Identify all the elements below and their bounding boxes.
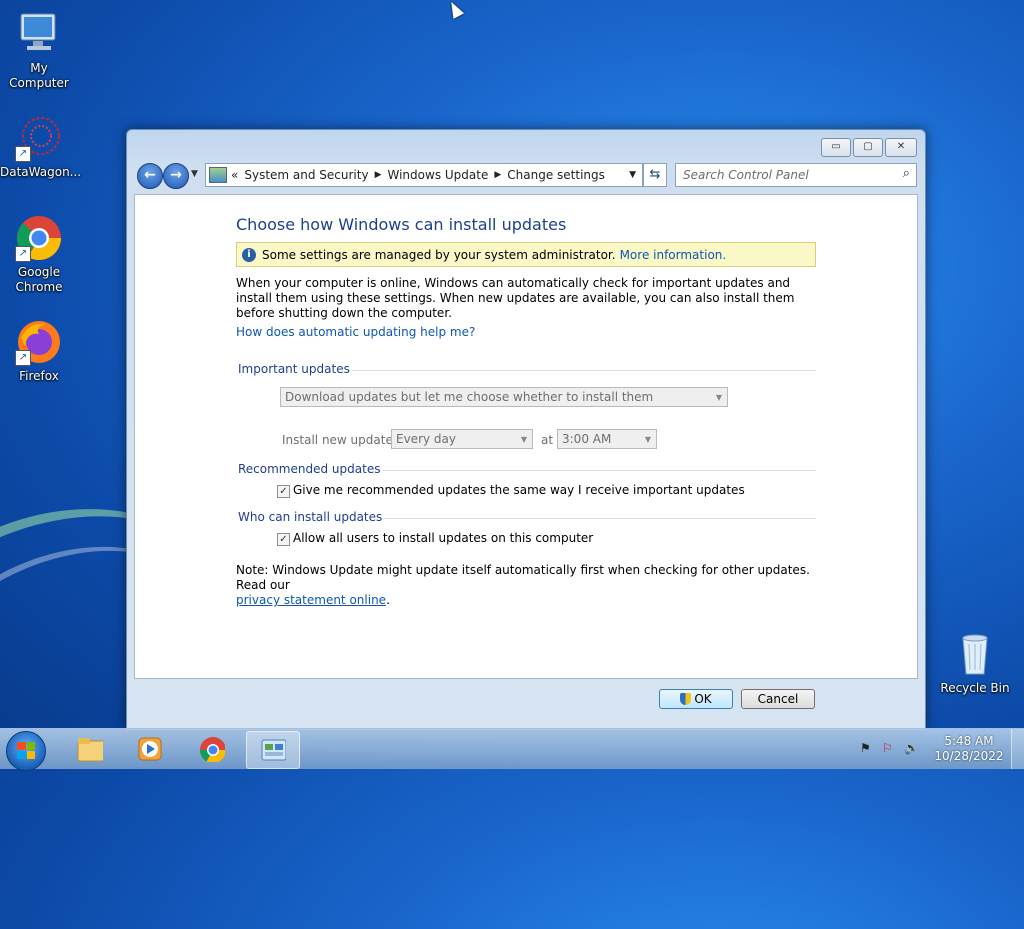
uac-shield-icon [680,693,692,705]
help-link[interactable]: How does automatic updating help me? [236,325,475,339]
admin-info-bar: i Some settings are managed by your syst… [236,242,816,267]
folder-icon [77,738,103,762]
taskbar-google-chrome[interactable] [186,731,238,767]
desktop-icon-label: Firefox [19,369,59,383]
recommended-updates-checkbox[interactable]: ✓ [277,485,290,498]
maximize-button[interactable]: ▢ [853,138,883,157]
settings-content: Choose how Windows can install updates i… [134,194,918,679]
desktop-icon-label: My Computer [9,61,69,90]
section-heading: Who can install updates [238,510,385,524]
breadcrumb-windows-update[interactable]: Windows Update [388,168,489,182]
cancel-button[interactable]: Cancel [741,689,815,709]
desktop-icon-label: Recycle Bin [940,681,1010,695]
media-player-icon [138,737,162,761]
datawagon-icon: ↗ [15,114,63,162]
chevron-down-icon: ▼ [520,435,527,444]
shortcut-arrow-icon: ↗ [15,350,31,366]
taskbar-control-panel[interactable] [246,731,300,769]
taskbar-windows-explorer[interactable] [64,731,116,767]
select-value: Download updates but let me choose wheth… [285,390,654,404]
show-desktop-button[interactable] [1011,729,1024,769]
taskbar-media-player[interactable] [124,731,176,767]
search-box[interactable]: Search Control Panel ⌕ [675,163,917,187]
install-time-select[interactable]: 3:00 AM ▼ [557,429,657,449]
firefox-icon: ↗ [15,318,63,366]
start-button[interactable] [6,731,46,771]
back-arrow-icon[interactable]: ← [137,163,163,189]
address-bar[interactable]: « System and Security ▶ Windows Update ▶… [205,163,643,187]
address-dropdown-chevron-icon[interactable]: ▼ [629,170,636,180]
note-end: . [386,593,390,607]
recent-pages-chevron-icon[interactable]: ▼ [191,169,198,179]
at-label: at [541,433,554,447]
forward-arrow-icon[interactable]: → [163,163,189,189]
select-value: Every day [396,432,456,446]
description-text: When your computer is online, Windows ca… [236,276,795,320]
chevron-down-icon: ▼ [644,435,651,444]
control-panel-icon [209,167,227,183]
system-tray: ⚑ ⚐ 🔈 5:48 AM 10/28/2022 [854,729,1024,769]
important-updates-section: Important updates [238,362,816,378]
info-text: Some settings are managed by your system… [262,247,616,262]
privacy-note: Note: Windows Update might update itself… [236,563,826,608]
breadcrumb-system-and-security[interactable]: System and Security [244,168,368,182]
desktop-icon-label: DataWagon... [0,165,82,179]
install-new-updates-label: Install new updates: [282,433,404,447]
search-icon[interactable]: ⌕ [903,166,910,181]
install-day-select[interactable]: Every day ▼ [391,429,533,449]
recycle-bin-icon [951,630,999,678]
clock-date: 10/28/2022 [934,749,1004,763]
clock[interactable]: 5:48 AM 10/28/2022 [934,734,1004,764]
windows-logo-icon [17,742,35,759]
minimize-button[interactable]: ▭ [821,138,851,157]
refresh-icon[interactable]: ⇆ [643,163,667,187]
page-title: Choose how Windows can install updates [236,215,567,234]
desktop-icon-firefox[interactable]: ↗ Firefox [0,318,78,384]
shortcut-arrow-icon: ↗ [15,246,31,262]
desktop-icon-datawagon[interactable]: ↗ DataWagon... [0,114,82,180]
window-controls: ▭ ▢ ✕ [821,138,917,157]
control-panel-window: ▭ ▢ ✕ ← → ▼ « System and Security ▶ Wind… [126,129,926,730]
recommended-updates-label[interactable]: Give me recommended updates the same way… [293,483,745,497]
volume-icon[interactable]: 🔈 [904,741,919,755]
desktop-icon-google-chrome[interactable]: ↗ Google Chrome [0,214,78,295]
privacy-statement-link[interactable]: privacy statement online [236,593,386,607]
search-input[interactable]: Search Control Panel [683,168,809,182]
desktop-icon-label: Google Chrome [15,265,63,294]
allow-all-users-checkbox[interactable]: ✓ [277,533,290,546]
section-heading: Important updates [238,362,352,376]
more-information-link[interactable]: More information. [620,248,727,262]
desktop-icon-recycle-bin[interactable]: Recycle Bin [936,630,1014,696]
select-value: 3:00 AM [562,432,612,446]
who-can-install-section: Who can install updates [238,510,816,526]
shortcut-arrow-icon: ↗ [15,146,31,162]
network-icon[interactable]: ⚑ [860,741,874,755]
chrome-icon [199,737,225,762]
ok-label: OK [694,692,712,706]
info-icon: i [242,247,256,262]
note-text: Note: Windows Update might update itself… [236,563,810,592]
computer-icon [15,10,63,58]
chevron-down-icon: ▼ [715,393,722,402]
allow-all-users-label[interactable]: Allow all users to install updates on th… [293,531,593,545]
section-heading: Recommended updates [238,462,383,476]
action-center-flag-icon[interactable]: ⚐ [882,741,896,755]
mouse-cursor-icon [445,0,465,19]
breadcrumb-separator-icon[interactable]: ▶ [375,170,382,180]
ok-button[interactable]: OK [659,689,733,709]
chrome-icon: ↗ [15,214,63,262]
desktop-icon-my-computer[interactable]: My Computer [0,10,78,91]
clock-time: 5:48 AM [944,734,994,748]
control-panel-icon [261,739,286,761]
navigation-bar: ← → ▼ « System and Security ▶ Windows Up… [135,162,917,189]
breadcrumb-change-settings[interactable]: Change settings [507,168,605,182]
taskbar: ⚑ ⚐ 🔈 5:48 AM 10/28/2022 [0,728,1024,771]
breadcrumb-separator-icon[interactable]: ▶ [494,170,501,180]
breadcrumb-overflow[interactable]: « [231,168,238,182]
recommended-updates-section: Recommended updates [238,462,816,478]
close-button[interactable]: ✕ [885,138,917,157]
important-updates-select[interactable]: Download updates but let me choose wheth… [280,387,728,407]
